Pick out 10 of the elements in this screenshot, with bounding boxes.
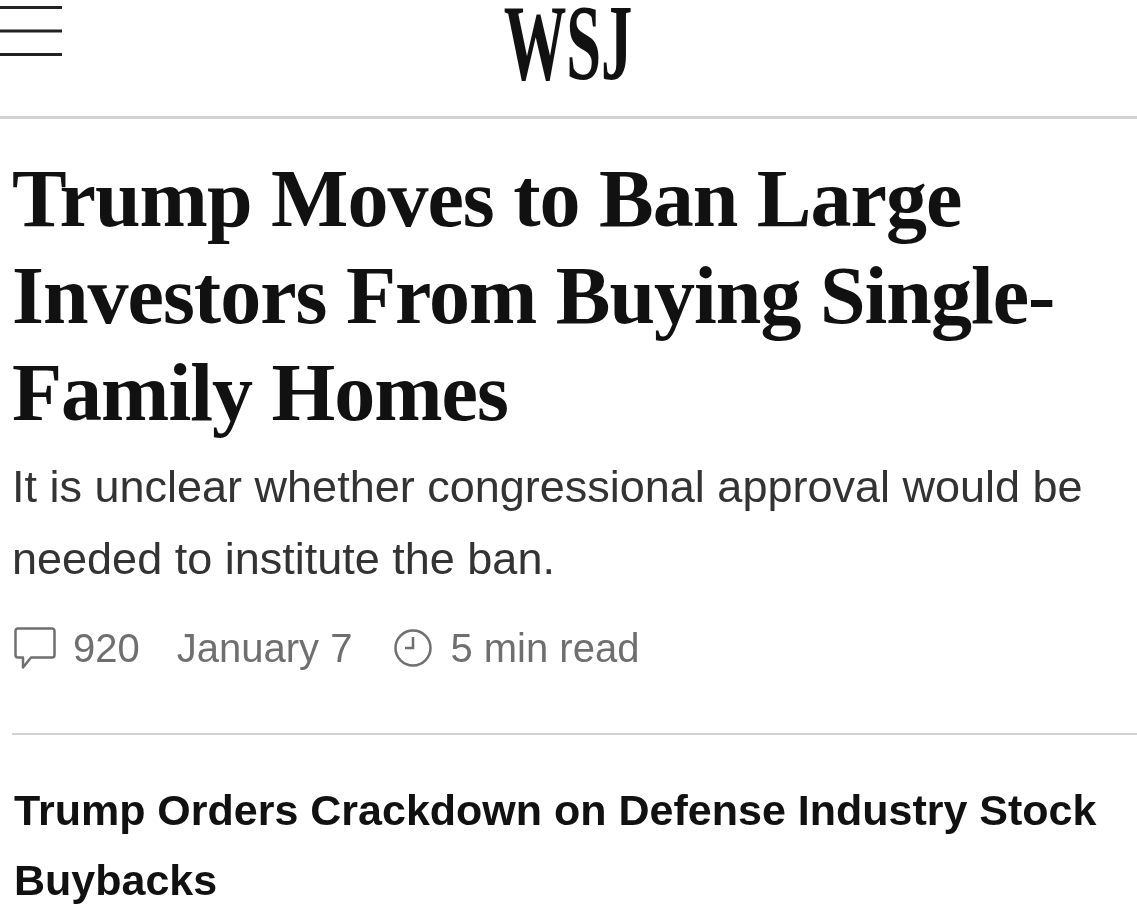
article-summary: It is unclear whether congressional approval would be needed to institute the ban. [12,460,1084,586]
headline-link[interactable]: Trump Orders Crackdown on Defense Industry Stock Buybacks [14,775,1125,915]
read-time: 5 min read [450,625,640,672]
menu-icon[interactable] [0,6,62,56]
clock-icon [394,629,433,667]
headline-link[interactable]: Trump Moves to Ban Large Investors From Buying Single-Family Homes [12,150,1125,441]
site-logo[interactable]: WSJ [504,3,633,83]
comment-count[interactable]: 920 [73,623,140,673]
publish-date: January 7 [176,625,353,672]
speech-bubble-icon [14,627,56,669]
